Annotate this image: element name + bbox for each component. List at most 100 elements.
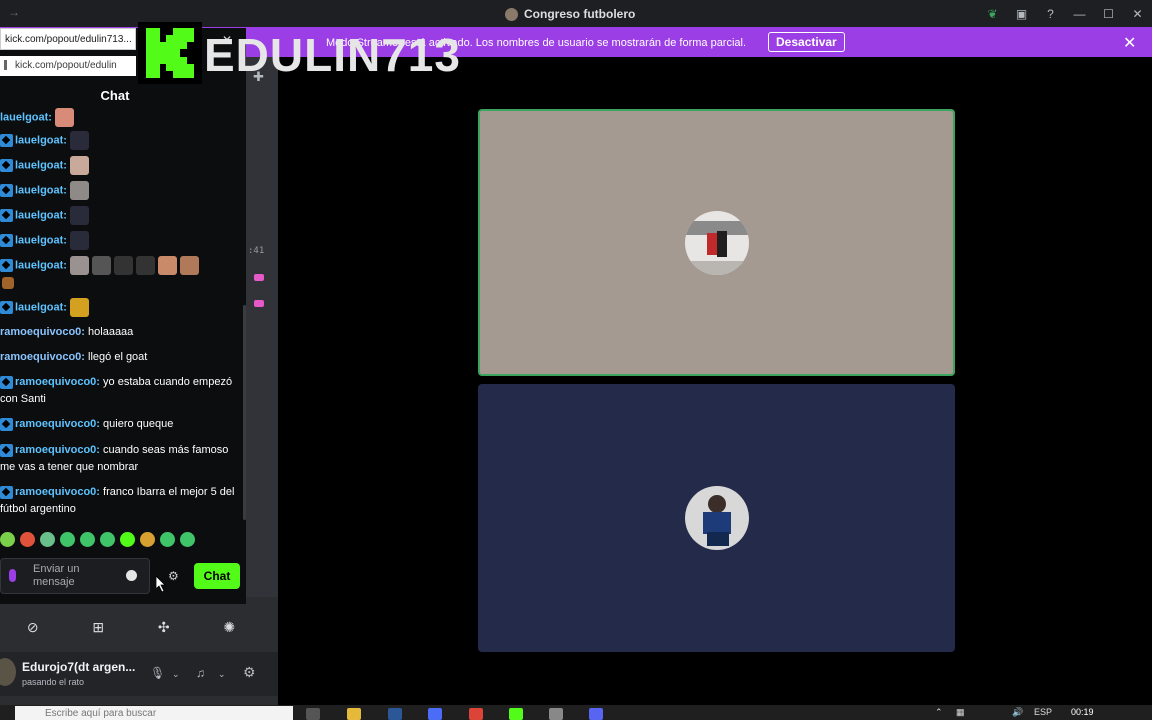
emote-button[interactable] — [140, 532, 155, 547]
participant-avatar — [684, 486, 749, 550]
app-icon[interactable] — [549, 708, 563, 720]
emote-button[interactable] — [80, 532, 95, 547]
participant-photo — [684, 486, 749, 550]
emote-quick-bar — [0, 532, 195, 550]
emote-button[interactable] — [40, 532, 55, 547]
emote-button[interactable] — [100, 532, 115, 547]
chrome-icon[interactable] — [469, 708, 483, 720]
close-icon[interactable]: ✕ — [1123, 0, 1152, 27]
file-explorer-icon[interactable] — [347, 708, 361, 720]
soundboard-icon[interactable]: ✺ — [223, 619, 235, 636]
emote-button[interactable] — [120, 532, 135, 547]
video-tile[interactable] — [478, 384, 955, 652]
network-icon[interactable]: ▦ — [956, 707, 965, 718]
task-view-icon[interactable] — [306, 708, 320, 720]
deactivate-button[interactable]: Desactivar — [768, 32, 845, 52]
emote-button[interactable] — [160, 532, 175, 547]
screen-share-icon[interactable]: ⊞ — [92, 619, 104, 636]
avatar[interactable] — [0, 658, 16, 686]
tray-chevron-icon[interactable]: ⌃ — [935, 707, 943, 718]
word-icon[interactable] — [388, 708, 402, 720]
headphones-icon[interactable]: ♫ — [196, 666, 205, 680]
chat-settings-icon[interactable]: ⚙ — [168, 569, 179, 583]
minimize-icon[interactable]: — — [1065, 0, 1094, 27]
verified-badge-icon — [0, 443, 13, 457]
emote-image — [91, 256, 111, 275]
stop-video-icon[interactable]: ⊘ — [27, 619, 39, 636]
nitro-leaf-icon[interactable]: ❦ — [978, 0, 1007, 27]
verified-badge-icon — [0, 417, 13, 431]
chat-message: ramoequivoco0: llegó el goat — [0, 351, 148, 363]
emote-image — [69, 256, 89, 275]
channel-list-edge — [246, 57, 278, 597]
video-tile-speaking[interactable] — [478, 109, 955, 376]
verified-badge-icon — [0, 159, 13, 172]
emoji-icon[interactable] — [126, 570, 137, 581]
microphone-icon[interactable]: 🎙 — [150, 666, 165, 680]
chat-message: ramoequivoco0: franco Ibarra el mejor 5 … — [0, 485, 235, 515]
user-settings-icon[interactable]: ⚙ — [243, 664, 256, 681]
emote-image — [69, 231, 89, 250]
kick-logo — [138, 22, 202, 84]
server-icon — [505, 7, 518, 21]
taskbar: Escribe aquí para buscar ⌃ ▦ 🔊 ESP 00:19 — [0, 705, 1152, 720]
clock[interactable]: 00:19 — [1071, 707, 1094, 717]
emote-image — [157, 256, 177, 275]
verified-badge-icon — [0, 234, 13, 247]
inbox-icon[interactable]: ▣ — [1007, 0, 1036, 27]
user-panel: Edurojo7(dt argen... pasando el rato 🎙 ⌄… — [0, 652, 278, 696]
username[interactable]: Edurojo7(dt argen... — [22, 660, 135, 674]
popout-url-bar[interactable]: kick.com/popout/edulin713... — [0, 28, 136, 50]
chevron-down-icon[interactable]: ⌄ — [172, 669, 180, 680]
mouse-cursor-icon — [156, 576, 166, 592]
banner-close-icon[interactable]: ✕ — [1123, 33, 1136, 53]
send-chat-button[interactable]: Chat — [194, 563, 240, 589]
mic-icon[interactable] — [9, 569, 16, 582]
chat-title: Chat — [100, 88, 130, 103]
volume-icon[interactable]: 🔊 — [1012, 707, 1023, 718]
chat-message-input[interactable]: Enviar un mensaje — [0, 558, 150, 594]
participant-avatar — [684, 210, 749, 275]
participant-photo — [684, 210, 749, 275]
user-status: pasando el rato — [22, 677, 85, 687]
verified-badge-icon — [0, 184, 13, 197]
chat-message: lauelgoat: — [0, 181, 235, 200]
verified-badge-icon — [0, 301, 13, 314]
chat-message: ramoequivoco0: holaaaaa — [0, 326, 134, 338]
discord-icon[interactable] — [589, 708, 603, 720]
emote-image — [69, 181, 89, 200]
emote-image — [69, 298, 89, 317]
emote-button[interactable] — [0, 532, 15, 547]
chat-message: ramoequivoco0: yo estaba cuando empezó c… — [0, 375, 233, 405]
url-bar-divider — [4, 60, 7, 71]
activity-toolbar: ⊘ ⊞ ✣ ✺ — [0, 612, 262, 642]
emote-button[interactable] — [180, 532, 195, 547]
maximize-icon[interactable]: ☐ — [1094, 0, 1123, 27]
chevron-down-icon[interactable]: ⌄ — [218, 669, 226, 680]
language-indicator[interactable]: ESP — [1034, 707, 1052, 717]
activities-icon[interactable]: ✣ — [158, 619, 170, 636]
streamer-name: EDULIN713 — [204, 29, 461, 81]
titlebar-controls: ❦ ▣ ? — ☐ ✕ — [978, 0, 1152, 27]
chat-message: lauelgoat: — [0, 108, 235, 127]
emote-image — [2, 277, 14, 290]
emote-image — [54, 108, 74, 127]
emote-button[interactable] — [60, 532, 75, 547]
help-icon[interactable]: ? — [1036, 0, 1065, 27]
zoom-icon[interactable] — [428, 708, 442, 720]
taskbar-search-input[interactable]: Escribe aquí para buscar — [15, 706, 293, 720]
window-title: Congreso futbolero — [505, 7, 635, 21]
emote-button[interactable] — [20, 532, 35, 547]
verified-badge-icon — [0, 485, 13, 499]
emote-image — [113, 256, 133, 275]
input-placeholder: Enviar un mensaje — [33, 563, 80, 588]
kick-app-icon[interactable] — [509, 708, 523, 720]
chat-messages: lauelgoat: lauelgoat: lauelgoat: lauelgo… — [0, 108, 240, 528]
chat-message: lauelgoat: — [0, 156, 235, 175]
popout-url-field[interactable]: kick.com/popout/edulin — [0, 56, 136, 76]
activity-icon — [254, 300, 264, 307]
verified-badge-icon — [0, 375, 13, 389]
chat-scrollbar[interactable] — [243, 305, 246, 520]
chat-message: lauelgoat: — [0, 231, 235, 250]
back-arrow-icon[interactable]: → — [8, 5, 20, 19]
